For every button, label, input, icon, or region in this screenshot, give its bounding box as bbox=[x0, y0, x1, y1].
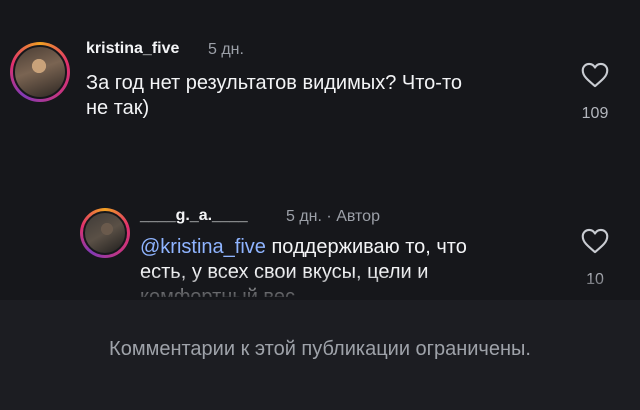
comment-meta: 5 дн. · Автор bbox=[286, 208, 380, 226]
avatar-image bbox=[83, 211, 127, 255]
comment-text: @kristina_five поддерживаю то, что есть,… bbox=[140, 235, 550, 297]
comment-time: 5 дн. bbox=[286, 208, 322, 225]
comment-text-line: комфортный вес bbox=[140, 286, 295, 297]
meta-separator: · bbox=[326, 208, 332, 225]
like-count: 10 bbox=[586, 271, 604, 288]
avatar[interactable] bbox=[10, 42, 70, 102]
comment-text: За год нет результатов видимых? Что-то н… bbox=[86, 71, 556, 121]
comment-username[interactable]: kristina_five bbox=[86, 40, 179, 58]
comment-username[interactable]: ____g._a.____ bbox=[140, 207, 248, 225]
comment-text-line: не так) bbox=[86, 97, 150, 119]
comments-restricted-notice: Комментарии к этой публикации ограничены… bbox=[109, 338, 531, 360]
like-count: 109 bbox=[581, 105, 609, 122]
heart-outline-icon[interactable] bbox=[581, 228, 609, 254]
avatar[interactable] bbox=[80, 208, 130, 258]
comments-screen: kristina_five 5 дн. За год нет результат… bbox=[0, 0, 640, 410]
comment-text-line: @kristina_five поддерживаю то, что bbox=[140, 235, 550, 260]
comment-time: 5 дн. bbox=[208, 41, 244, 58]
comment-text-line: есть, у всех свои вкусы, цели и bbox=[140, 261, 429, 283]
heart-outline-icon[interactable] bbox=[581, 62, 609, 88]
comment-text-line: За год нет результатов видимых? Что-то bbox=[86, 72, 462, 94]
mention-link[interactable]: @kristina_five bbox=[140, 236, 266, 258]
comments-restricted-banner: Комментарии к этой публикации ограничены… bbox=[0, 300, 640, 410]
author-badge: Автор bbox=[336, 208, 380, 225]
comment-text-segment: поддерживаю то, что bbox=[265, 236, 467, 258]
avatar-image bbox=[13, 45, 67, 99]
